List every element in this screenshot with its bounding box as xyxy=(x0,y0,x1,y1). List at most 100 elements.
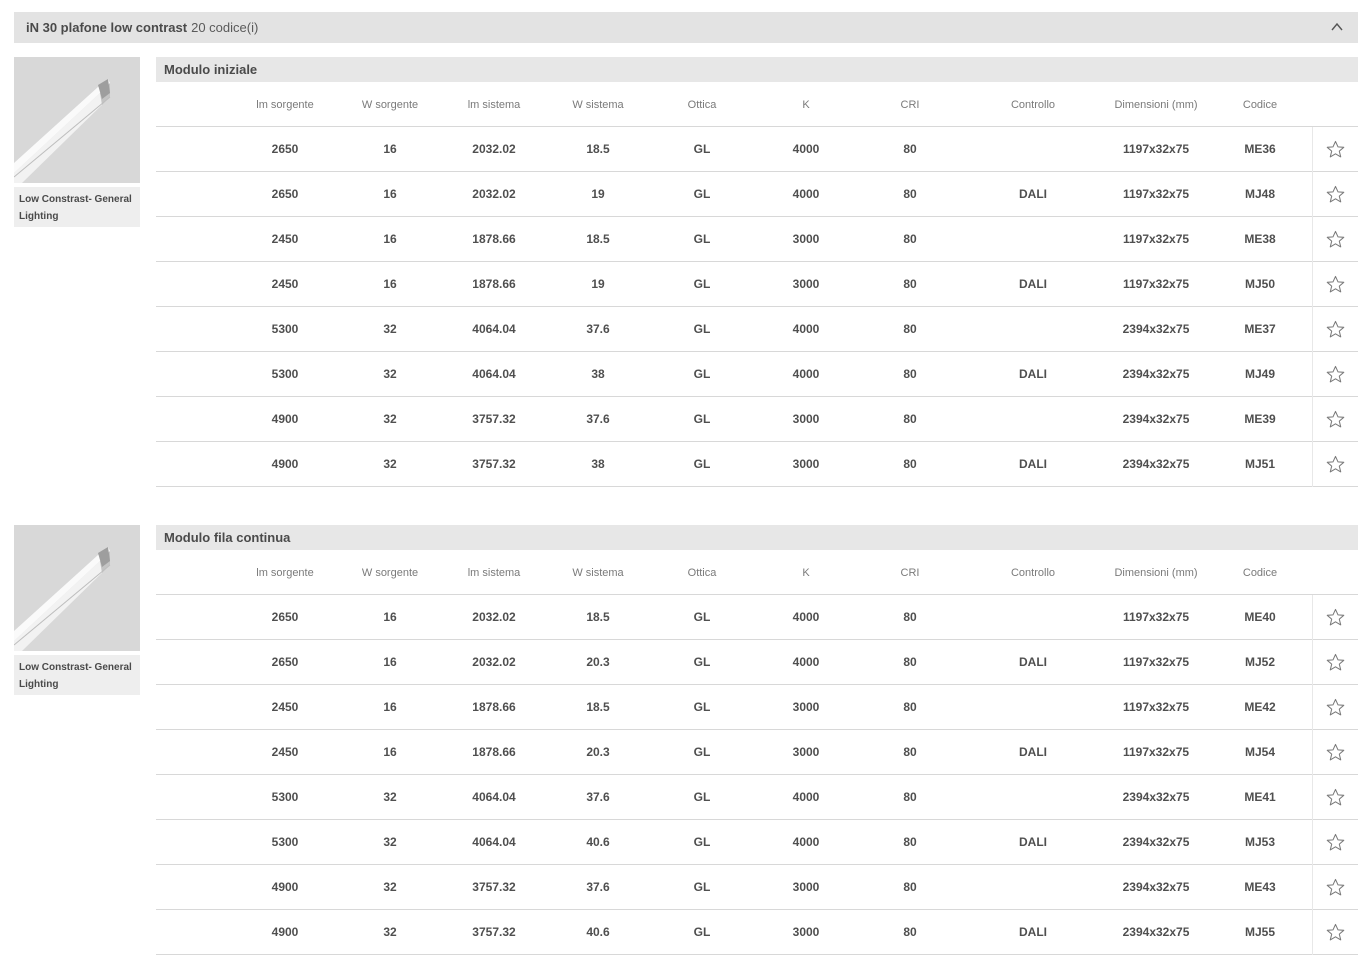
cell-lm-sorgente: 5300 xyxy=(271,790,299,804)
favorite-star-icon[interactable] xyxy=(1326,275,1345,294)
favorite-star-icon[interactable] xyxy=(1326,320,1345,339)
favorite-star-icon[interactable] xyxy=(1326,608,1345,627)
table-row[interactable]: 5300 32 4064.04 40.6 GL 4000 80 DALI 2394x32x75 M… xyxy=(156,820,1358,865)
cell-w-sistema: 18.5 xyxy=(586,700,610,714)
favorite-star-icon[interactable] xyxy=(1326,743,1345,762)
row-divider xyxy=(1312,910,1313,955)
favorite-star-icon[interactable] xyxy=(1326,833,1345,852)
table-row[interactable]: 2650 16 2032.02 20.3 GL 4000 80 DALI 1197x32x75 M… xyxy=(156,640,1358,685)
row-divider xyxy=(1312,442,1313,487)
cell-ottica: GL xyxy=(693,232,711,246)
cell-w-sorgente: 32 xyxy=(383,880,397,894)
cell-cri: 80 xyxy=(903,322,917,336)
cell-dimensioni: 2394x32x75 xyxy=(1122,880,1190,894)
table-row[interactable]: 2450 16 1878.66 18.5 GL 3000 80 1197x32x75 ME38 xyxy=(156,217,1358,262)
table-row[interactable]: 4900 32 3757.32 37.6 GL 3000 80 2394x32x75 ME39 xyxy=(156,397,1358,442)
cell-lm-sorgente: 5300 xyxy=(271,322,299,336)
cell-dimensioni: 1197x32x75 xyxy=(1122,187,1190,201)
row-divider xyxy=(1312,262,1313,307)
row-divider xyxy=(1312,595,1313,640)
column-header-codice: Codice xyxy=(1242,567,1278,579)
column-header-codice: Codice xyxy=(1242,99,1278,111)
table-row[interactable]: 4900 32 3757.32 37.6 GL 3000 80 2394x32x75 ME43 xyxy=(156,865,1358,910)
table-row[interactable]: 4900 32 3757.32 40.6 GL 3000 80 DALI 2394x32x75 M… xyxy=(156,910,1358,955)
table-row[interactable]: 5300 32 4064.04 38 GL 4000 80 DALI 2394x32x75 MJ4… xyxy=(156,352,1358,397)
favorite-star-icon[interactable] xyxy=(1326,230,1345,249)
cell-w-sorgente: 32 xyxy=(383,925,397,939)
product-card[interactable]: Low Constrast- General Lighting xyxy=(14,57,140,227)
cell-ottica: GL xyxy=(693,610,711,624)
favorite-star-icon[interactable] xyxy=(1326,698,1345,717)
cell-k: 3000 xyxy=(792,745,820,759)
cell-k: 3000 xyxy=(792,457,820,471)
cell-cri: 80 xyxy=(903,745,917,759)
table-row[interactable]: 5300 32 4064.04 37.6 GL 4000 80 2394x32x75 ME37 xyxy=(156,307,1358,352)
column-header-lm-sistema: lm sistema xyxy=(467,567,521,579)
table-row[interactable]: 2650 16 2032.02 18.5 GL 4000 80 1197x32x75 ME36 xyxy=(156,127,1358,172)
favorite-star-icon[interactable] xyxy=(1326,653,1345,672)
cell-lm-sistema: 1878.66 xyxy=(472,745,516,759)
chevron-up-icon[interactable] xyxy=(1330,20,1344,34)
table-row[interactable]: 2650 16 2032.02 19 GL 4000 80 DALI 1197x32x75 MJ4… xyxy=(156,172,1358,217)
cell-lm-sorgente: 2450 xyxy=(271,700,299,714)
cell-w-sistema: 20.3 xyxy=(586,655,610,669)
cell-dimensioni: 1197x32x75 xyxy=(1122,700,1190,714)
cell-ottica: GL xyxy=(693,187,711,201)
cell-k: 3000 xyxy=(792,277,820,291)
cell-dimensioni: 1197x32x75 xyxy=(1122,745,1190,759)
column-header-w-sistema: W sistema xyxy=(572,99,624,111)
row-divider xyxy=(1312,352,1313,397)
cell-dimensioni: 2394x32x75 xyxy=(1122,367,1190,381)
column-header-w-sistema: W sistema xyxy=(572,567,624,579)
cell-controllo: DALI xyxy=(1019,367,1047,381)
cell-dimensioni: 2394x32x75 xyxy=(1122,322,1190,336)
table-row[interactable]: 2450 16 1878.66 19 GL 3000 80 DALI 1197x32x75 MJ5… xyxy=(156,262,1358,307)
favorite-star-icon[interactable] xyxy=(1326,455,1345,474)
cell-lm-sorgente: 5300 xyxy=(271,835,299,849)
favorite-star-icon[interactable] xyxy=(1326,140,1345,159)
cell-cri: 80 xyxy=(903,655,917,669)
table-row[interactable]: 4900 32 3757.32 38 GL 3000 80 DALI 2394x32x75 MJ5… xyxy=(156,442,1358,487)
cell-w-sistema: 38 xyxy=(591,457,605,471)
cell-lm-sistema: 3757.32 xyxy=(472,925,516,939)
cell-ottica: GL xyxy=(693,142,711,156)
cell-ottica: GL xyxy=(693,457,711,471)
table-row[interactable]: 5300 32 4064.04 37.6 GL 4000 80 2394x32x75 ME41 xyxy=(156,775,1358,820)
cell-lm-sistema: 1878.66 xyxy=(472,700,516,714)
cell-cri: 80 xyxy=(903,700,917,714)
accordion-header[interactable]: iN 30 plafone low contrast 20 codice(i) xyxy=(14,12,1358,43)
cell-cri: 80 xyxy=(903,277,917,291)
cell-lm-sorgente: 4900 xyxy=(271,925,299,939)
favorite-star-icon[interactable] xyxy=(1326,788,1345,807)
cell-controllo: DALI xyxy=(1019,745,1047,759)
cell-codice: ME42 xyxy=(1244,700,1276,714)
cell-controllo: DALI xyxy=(1019,925,1047,939)
cell-lm-sistema: 2032.02 xyxy=(472,187,516,201)
cell-codice: MJ54 xyxy=(1244,745,1276,759)
cell-lm-sorgente: 2650 xyxy=(271,187,299,201)
product-card[interactable]: Low Constrast- General Lighting xyxy=(14,525,140,695)
favorite-star-icon[interactable] xyxy=(1326,923,1345,942)
cell-cri: 80 xyxy=(903,457,917,471)
cell-codice: MJ50 xyxy=(1244,277,1276,291)
favorite-star-icon[interactable] xyxy=(1326,185,1345,204)
row-divider xyxy=(1312,127,1313,172)
favorite-star-icon[interactable] xyxy=(1326,410,1345,429)
cell-controllo: DALI xyxy=(1019,655,1047,669)
product-caption: Low Constrast- General Lighting xyxy=(14,655,140,695)
column-header-lm-sorgente: lm sorgente xyxy=(256,567,314,579)
cell-w-sorgente: 32 xyxy=(383,457,397,471)
table-row[interactable]: 2450 16 1878.66 20.3 GL 3000 80 DALI 1197x32x75 M… xyxy=(156,730,1358,775)
luminaire-profile-image xyxy=(14,525,140,651)
cell-cri: 80 xyxy=(903,925,917,939)
cell-ottica: GL xyxy=(693,790,711,804)
table-row[interactable]: 2650 16 2032.02 18.5 GL 4000 80 1197x32x75 ME40 xyxy=(156,595,1358,640)
cell-k: 4000 xyxy=(792,367,820,381)
table-row[interactable]: 2450 16 1878.66 18.5 GL 3000 80 1197x32x75 ME42 xyxy=(156,685,1358,730)
product-caption: Low Constrast- General Lighting xyxy=(14,187,140,227)
cell-cri: 80 xyxy=(903,790,917,804)
cell-controllo: DALI xyxy=(1019,835,1047,849)
cell-k: 4000 xyxy=(792,655,820,669)
favorite-star-icon[interactable] xyxy=(1326,878,1345,897)
favorite-star-icon[interactable] xyxy=(1326,365,1345,384)
